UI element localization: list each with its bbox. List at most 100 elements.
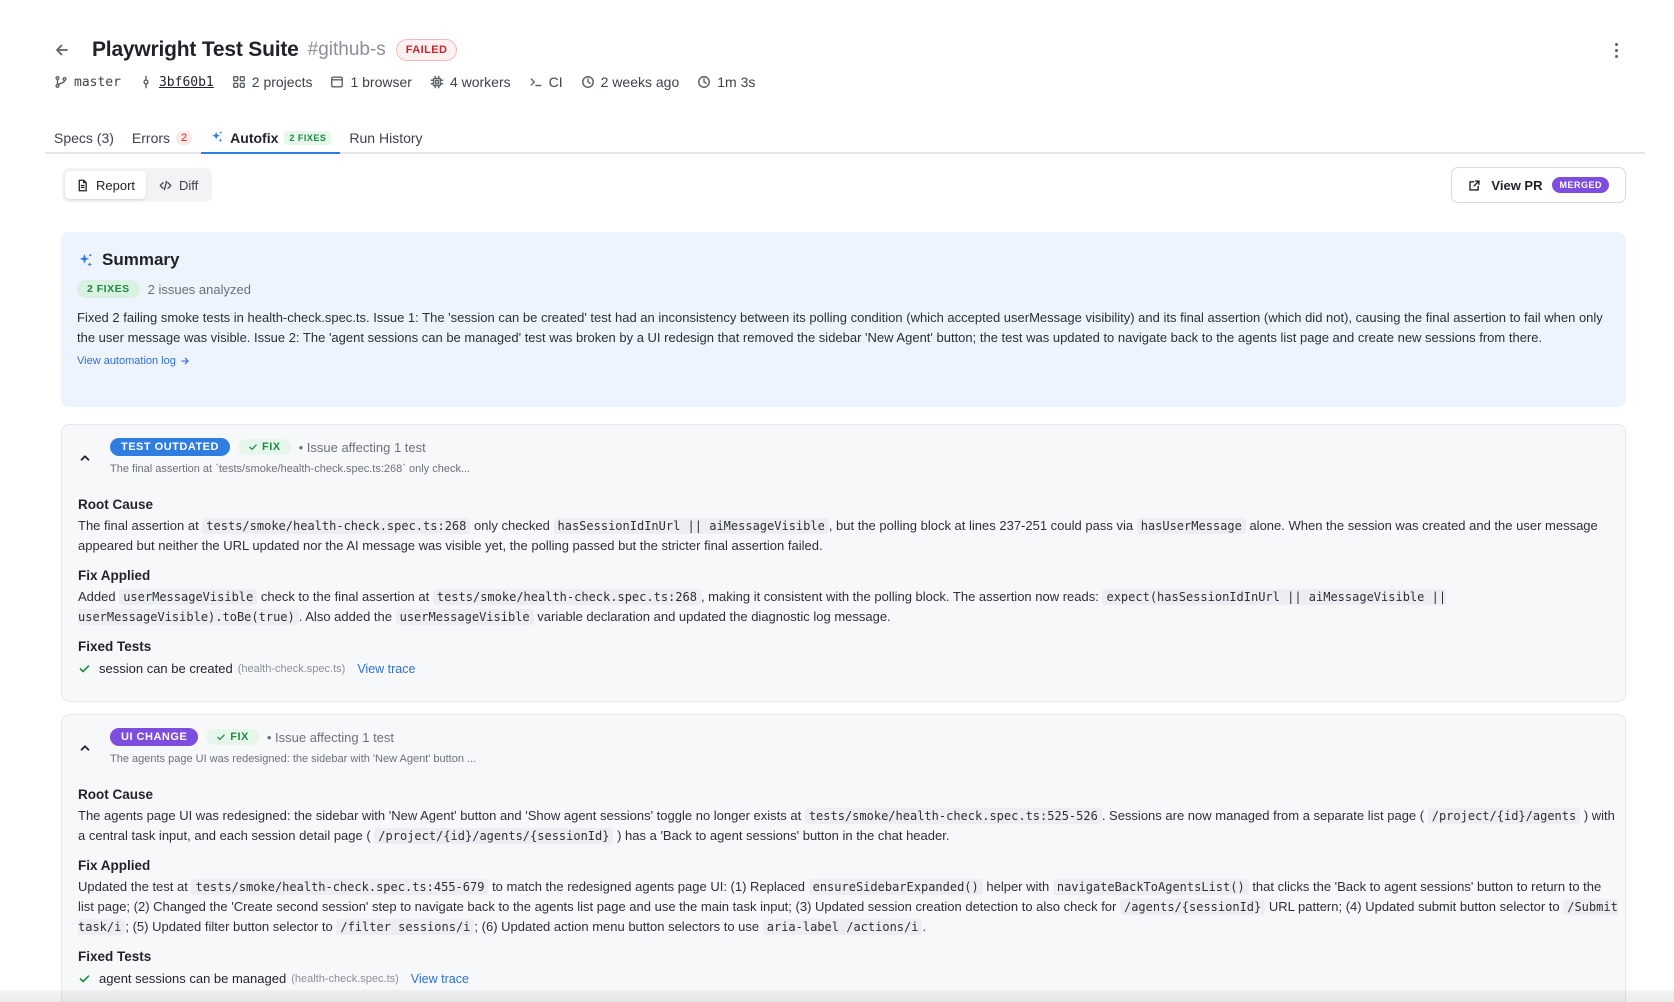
code-icon <box>159 180 172 190</box>
view-trace-link[interactable]: View trace <box>411 972 469 986</box>
more-menu-button[interactable] <box>1606 38 1626 62</box>
text-segment: ; (5) Updated filter button selector to <box>125 919 337 934</box>
code-snippet: tests/smoke/health-check.spec.ts:525-526 <box>804 808 1102 824</box>
tab-errors[interactable]: Errors 2 <box>123 118 201 152</box>
fixed-tests-title: Fixed Tests <box>78 949 152 964</box>
summary-panel: Summary 2 FIXES 2 issues analyzed Fixed … <box>61 232 1626 407</box>
text-segment: check to the final assertion at <box>257 589 433 604</box>
code-snippet: hasSessionIdInUrl || aiMessageVisible <box>553 518 829 534</box>
root-cause-text: The final assertion at tests/smoke/healt… <box>78 516 1618 556</box>
timer-icon <box>698 76 711 88</box>
fix-applied-title: Fix Applied <box>78 858 151 873</box>
meta-time: 2 weeks ago <box>581 74 679 90</box>
code-snippet: userMessageVisible <box>119 589 258 605</box>
code-snippet: tests/smoke/health-check.spec.ts:268 <box>202 518 471 534</box>
fixed-test-row: session can be created (health-check.spe… <box>78 661 1609 676</box>
fix-badge: FIX <box>237 439 291 455</box>
tab-label: Run History <box>349 130 423 146</box>
chevron-up-icon <box>80 745 90 751</box>
issue-type-badge: UI CHANGE <box>110 728 199 746</box>
issue-affecting: • Issue affecting 1 test <box>266 729 395 745</box>
issue-card: UI CHANGE FIX • Issue affecting 1 test T… <box>61 714 1626 1002</box>
diff-toggle-button[interactable]: Diff <box>148 171 209 199</box>
page-header: Playwright Test Suite #github-s FAILED <box>52 30 1634 70</box>
commit-link[interactable]: 3bf60b1 <box>159 75 214 90</box>
log-link-label: View automation log <box>77 355 176 367</box>
meta-commit: 3bf60b1 <box>139 75 214 90</box>
test-file: (health-check.spec.ts) <box>237 662 346 675</box>
fix-badge-label: FIX <box>230 731 249 743</box>
branch-name: master <box>74 74 121 90</box>
code-snippet: /project/{id}/agents/{sessionId} <box>374 828 614 844</box>
collapse-toggle[interactable] <box>78 741 92 755</box>
issue-affecting: • Issue affecting 1 test <box>298 439 426 455</box>
projects-count: 2 projects <box>251 74 313 90</box>
run-meta: master 3bf60b1 2 projects 1 browser 4 wo… <box>54 71 755 93</box>
text-segment: ) has a 'Back to agent sessions' button … <box>613 828 950 843</box>
report-toggle-button[interactable]: Report <box>65 171 147 199</box>
summary-stats: 2 FIXES 2 issues analyzed <box>77 280 1610 298</box>
fix-badge-label: FIX <box>261 441 281 453</box>
status-badge: FAILED <box>395 39 458 61</box>
issue-badges: TEST OUTDATED FIX • Issue affecting 1 te… <box>110 438 426 456</box>
meta-branch: master <box>54 75 121 90</box>
view-trace-link[interactable]: View trace <box>357 662 415 676</box>
text-segment: only checked <box>470 518 554 533</box>
git-branch-icon <box>55 75 67 89</box>
root-cause-title: Root Cause <box>78 497 154 512</box>
view-pr-label: View PR <box>1491 177 1543 193</box>
sparkle-icon <box>79 253 93 267</box>
view-pr-button[interactable]: View PR MERGED <box>1451 167 1626 203</box>
grid-icon <box>232 76 245 88</box>
terminal-icon <box>530 78 542 87</box>
issue-type-badge: TEST OUTDATED <box>110 438 230 456</box>
arrow-right-icon <box>181 357 189 365</box>
code-snippet: /filter sessions/i <box>336 919 475 935</box>
chevron-up-icon <box>80 455 90 461</box>
external-link-icon <box>1469 179 1481 191</box>
tab-autofix[interactable]: Autofix 2 FIXES <box>201 118 341 154</box>
collapse-toggle[interactable] <box>78 451 92 465</box>
text-segment: Added <box>78 589 120 604</box>
issue-card-header[interactable]: UI CHANGE FIX • Issue affecting 1 test T… <box>62 715 1625 779</box>
meta-duration: 1m 3s <box>697 74 755 90</box>
text-segment: variable declaration and updated the dia… <box>533 609 891 624</box>
test-name: agent sessions can be managed <box>99 971 287 986</box>
fixed-test-row: agent sessions can be managed (health-ch… <box>78 971 1609 986</box>
text-segment: to match the redesigned agents page UI: … <box>488 879 809 894</box>
issue-badges: UI CHANGE FIX • Issue affecting 1 test <box>110 728 394 746</box>
check-icon <box>79 975 90 983</box>
fix-badge: FIX <box>206 729 259 745</box>
text-segment: URL pattern; (4) Updated submit button s… <box>1265 899 1564 914</box>
text-segment: , but the polling block at lines 237-251… <box>828 518 1137 533</box>
code-snippet: navigateBackToAgentsList() <box>1052 879 1249 895</box>
tab-label: Autofix <box>230 130 279 146</box>
bottom-shadow <box>0 990 1674 1002</box>
code-snippet: tests/smoke/health-check.spec.ts:455-679 <box>191 879 489 895</box>
issue-card-header[interactable]: TEST OUTDATED FIX • Issue affecting 1 te… <box>62 425 1625 489</box>
text-segment: helper with <box>982 879 1053 894</box>
tab-run-history[interactable]: Run History <box>340 118 431 152</box>
issue-description: The agents page UI was redesigned: the s… <box>110 753 477 765</box>
summary-title: Summary <box>102 250 180 269</box>
page: Playwright Test Suite #github-s FAILED m… <box>0 0 1674 1002</box>
text-segment: Updated the test at <box>78 879 192 894</box>
workers-count: 4 workers <box>449 74 511 90</box>
view-automation-log-link[interactable]: View automation log <box>77 355 1610 367</box>
text-segment: , making it consistent with the polling … <box>700 589 1103 604</box>
cpu-icon <box>430 75 444 89</box>
meta-environment: CI <box>529 74 563 90</box>
document-icon <box>78 179 87 191</box>
back-button[interactable] <box>52 40 72 60</box>
tab-specs[interactable]: Specs (3) <box>45 118 123 152</box>
kebab-dot <box>1614 48 1618 52</box>
text-segment: . <box>922 919 927 934</box>
fix-applied-title: Fix Applied <box>78 568 151 583</box>
report-label: Report <box>96 177 136 193</box>
issue-card: TEST OUTDATED FIX • Issue affecting 1 te… <box>61 424 1626 702</box>
environment-label: CI <box>548 74 563 90</box>
code-snippet: aria-label /actions/i <box>762 919 923 935</box>
meta-workers: 4 workers <box>430 74 511 90</box>
text-segment: . Sessions are now managed from a separa… <box>1101 808 1428 823</box>
text-segment: . Also added the <box>298 609 396 624</box>
